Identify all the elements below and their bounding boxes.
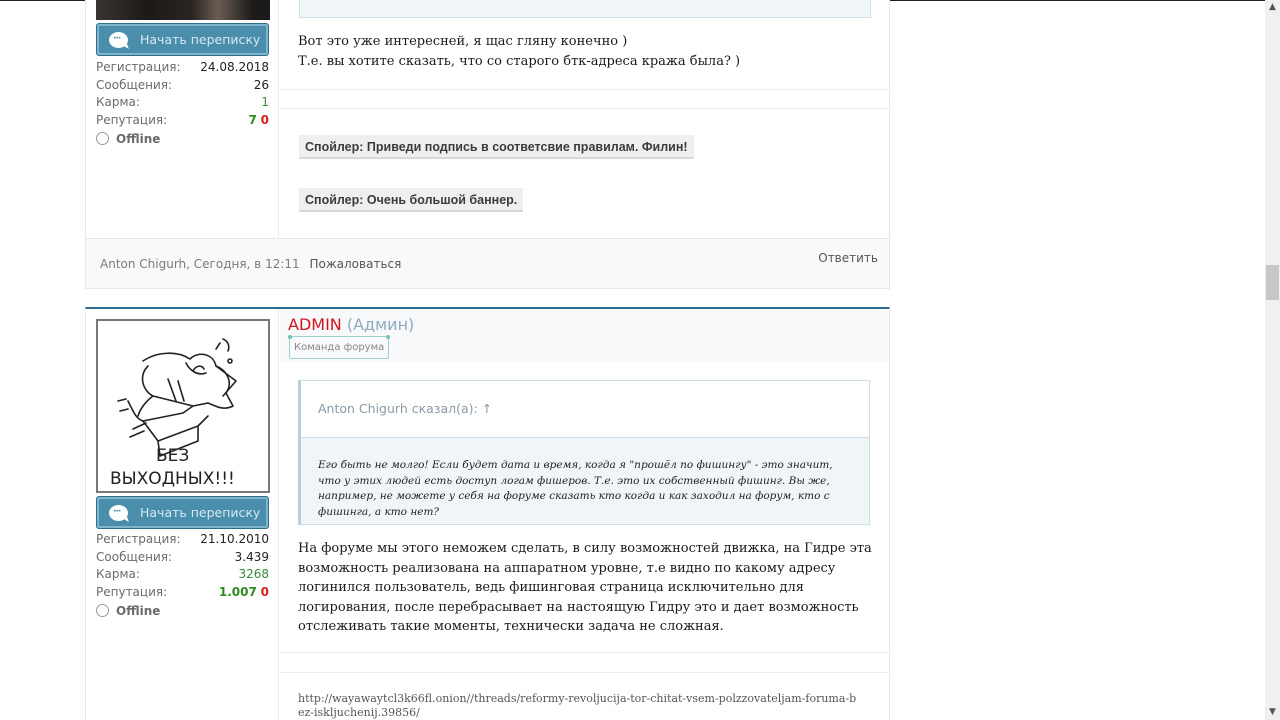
- user-role: (Админ): [346, 315, 415, 334]
- stat-reputation: Репутация: 1.007 0: [96, 584, 269, 602]
- reputation-negative: 0: [260, 585, 269, 600]
- stat-label: Репутация:: [96, 585, 168, 600]
- post-message: На форуме мы этого неможем сделать, в си…: [298, 541, 872, 634]
- stat-label: Сообщения:: [96, 77, 173, 92]
- post-admin: БЕЗ ВЫХОДНЫХ!!! ··· Начать переписку Рег…: [85, 307, 890, 720]
- user-stats: Регистрация: 21.10.2010 Сообщения: 3.439…: [96, 531, 269, 620]
- stat-label: Регистрация:: [96, 60, 181, 74]
- message-line: Т.е. вы хотите сказать, что со старого б…: [298, 53, 741, 69]
- stat-messages: Сообщения: 3.439: [96, 549, 269, 567]
- quote-block-end: [299, 0, 871, 18]
- signature-link[interactable]: http://wayawaytcl3k66fl.onion//threads/r…: [298, 692, 858, 720]
- message-line: Вот это уже интересней, я щас гляну коне…: [298, 34, 628, 49]
- username-link[interactable]: ADMIN: [288, 315, 342, 334]
- scrollbar-thumb[interactable]: [1266, 265, 1279, 300]
- user-info-panel: БЕЗ ВЫХОДНЫХ!!! ··· Начать переписку Рег…: [86, 309, 279, 720]
- stat-karma: Карма: 1: [96, 94, 269, 112]
- offline-circle-icon: [96, 604, 109, 618]
- online-status: Offline: [96, 130, 269, 148]
- stat-registration: Регистрация: 24.08.2018: [96, 59, 269, 77]
- user-info-panel: ··· Начать переписку Регистрация: 24.08.…: [86, 0, 279, 238]
- reputation-positive: 1.007: [218, 585, 257, 600]
- quote-text: Его быть не молго! Если будет дата и вре…: [301, 438, 869, 524]
- avatar-caption: ВЫХОДНЫХ!!!: [110, 469, 235, 489]
- stat-value: 3268: [238, 567, 269, 582]
- report-link[interactable]: Пожаловаться: [309, 257, 401, 271]
- divider: [280, 672, 889, 673]
- page-scrollbar[interactable]: ▲ ▼: [1265, 0, 1280, 720]
- stat-label: Сообщения:: [96, 549, 173, 564]
- stat-value[interactable]: 26: [254, 77, 269, 95]
- user-stats: Регистрация: 24.08.2018 Сообщения: 26 Ка…: [96, 59, 269, 148]
- post-username: ADMIN (Админ): [288, 315, 414, 334]
- start-conversation-button[interactable]: ··· Начать переписку: [96, 23, 269, 56]
- spoiler-button-banner[interactable]: Спойлер: Очень большой баннер.: [299, 188, 524, 212]
- stat-karma: Карма: 3268: [96, 566, 269, 584]
- scroll-down-arrow-icon[interactable]: ▼: [1265, 705, 1280, 720]
- online-status: Offline: [96, 602, 269, 620]
- stat-label: Карма:: [96, 95, 140, 110]
- status-label: Offline: [116, 603, 161, 618]
- stat-registration: Регистрация: 21.10.2010: [96, 531, 269, 549]
- post-footer: Anton Chigurh, Сегодня, в 12:11 Пожалова…: [86, 238, 889, 288]
- stat-value[interactable]: 3.439: [235, 549, 269, 567]
- avatar-drawing-icon: БЕЗ ВЫХОДНЫХ!!!: [110, 338, 237, 489]
- stat-label: Карма:: [96, 567, 140, 582]
- divider: [280, 652, 889, 653]
- stat-value: 24.08.2018: [200, 60, 269, 74]
- stat-messages: Сообщения: 26: [96, 77, 269, 95]
- stat-reputation: Репутация: 7 0: [96, 112, 269, 130]
- stat-label: Репутация:: [96, 113, 168, 128]
- staff-badge: Команда форума: [287, 335, 391, 359]
- avatar-caption: БЕЗ: [156, 446, 189, 466]
- post-message: Вот это уже интересней, я щас гляну коне…: [298, 32, 740, 71]
- quote-author-link[interactable]: Anton Chigurh сказал(а): ↑: [301, 381, 869, 438]
- reply-button[interactable]: Ответить: [818, 251, 878, 265]
- reputation-negative: 0: [260, 113, 269, 128]
- divider: [280, 89, 889, 90]
- start-conversation-button[interactable]: ··· Начать переписку: [96, 496, 269, 529]
- post-meta: Anton Chigurh, Сегодня, в 12:11 Пожалова…: [100, 257, 401, 271]
- offline-circle-icon: [96, 132, 109, 146]
- post-author-date[interactable]: Anton Chigurh, Сегодня, в 12:11: [100, 257, 300, 271]
- spoiler-button-signature[interactable]: Спойлер: Приведи подпись в соответсвие п…: [299, 135, 694, 159]
- reputation-positive: 7: [248, 113, 257, 128]
- stat-value: 1: [261, 95, 269, 110]
- post-header: ADMIN (Админ) Команда форума: [280, 309, 889, 362]
- post-anton-chigurh: ··· Начать переписку Регистрация: 24.08.…: [85, 0, 890, 289]
- scroll-up-arrow-icon[interactable]: ▲: [1265, 0, 1280, 15]
- quote-block: Anton Chigurh сказал(а): ↑ Его быть не м…: [298, 380, 870, 525]
- avatar[interactable]: БЕЗ ВЫХОДНЫХ!!!: [96, 319, 270, 493]
- chat-bubble-icon: ···: [109, 504, 128, 521]
- status-label: Offline: [116, 131, 161, 146]
- divider: [280, 108, 889, 109]
- post-content: Вот это уже интересней, я щас гляну коне…: [280, 0, 889, 238]
- start-conversation-label: Начать переписку: [140, 32, 261, 47]
- avatar[interactable]: [96, 0, 270, 20]
- start-conversation-label: Начать переписку: [140, 505, 261, 520]
- stat-label: Регистрация:: [96, 532, 181, 546]
- chat-bubble-icon: ···: [109, 31, 128, 48]
- stat-value: 21.10.2010: [200, 532, 269, 546]
